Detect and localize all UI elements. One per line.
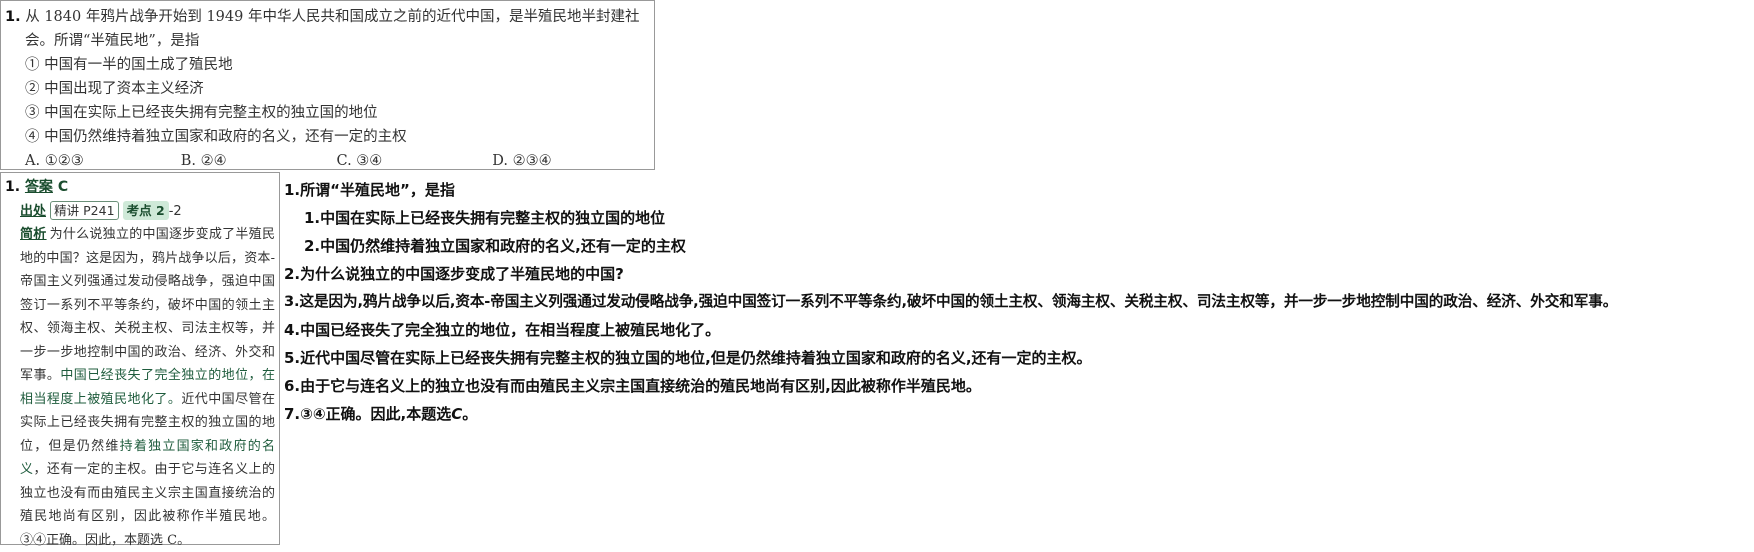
analysis-text-5: ，还有一定的主权。由于它与连名义上的独立也没有而由殖民主义宗主国直接统治的殖民地…: [20, 462, 275, 548]
analysis-text-1: 为什么说独立的中国逐步变成了半殖民地的中国？这是因为，鸦片战争以后，资本-帝国主…: [20, 227, 275, 383]
answer-header: 1. 答案 C: [5, 176, 275, 200]
note-7-end: 。: [462, 405, 478, 423]
choice-c: C. ③④: [336, 153, 383, 169]
option-1: ① 中国有一半的国土成了殖民地: [25, 57, 233, 73]
analysis-label: 简析: [20, 227, 47, 242]
answer-value: C: [57, 179, 69, 195]
choice-a: A. ①②③: [25, 153, 84, 169]
question-stem-text-1: 从 1840 年鸦片战争开始到 1949 年中华人民共和国成立之前的近代中国，是…: [25, 9, 640, 25]
question-box: 1. 从 1840 年鸦片战争开始到 1949 年中华人民共和国成立之前的近代中…: [0, 0, 655, 170]
analysis: 简析 为什么说独立的中国逐步变成了半殖民地的中国？这是因为，鸦片战争以后，资本-帝…: [5, 223, 275, 552]
source-tag: 精讲 P241: [50, 200, 119, 220]
note-5: 5.近代中国尽管在实际上已经丧失拥有完整主权的独立国的地位,但是仍然维持着独立国…: [284, 349, 1092, 367]
note-7-text: 7.③④正确。因此,本题选: [284, 405, 452, 423]
question-stem-line2: 会。所谓“半殖民地”，是指: [25, 33, 200, 49]
note-1: 1.所谓“半殖民地”，是指: [284, 181, 455, 199]
answer-label: 答案: [24, 179, 53, 195]
note-7: 7.③④正确。因此,本题选C。: [284, 400, 1750, 428]
source-line: 出处 精讲 P241 考点 2 -2: [5, 200, 275, 224]
option-4: ④ 中国仍然维持着独立国家和政府的名义，还有一定的主权: [25, 129, 407, 145]
source-label: 出处: [20, 203, 47, 219]
option-2: ② 中国出现了资本主义经济: [25, 81, 204, 97]
note-2: 2.为什么说独立的中国逐步变成了半殖民地的中国?: [284, 265, 624, 283]
choice-b: B. ②④: [180, 153, 227, 169]
question-number: 1.: [5, 9, 21, 25]
note-4: 4.中国已经丧失了完全独立的地位，在相当程度上被殖民地化了。: [284, 321, 721, 339]
answer-box: 1. 答案 C 出处 精讲 P241 考点 2 -2 简析 为什么说独立的中国逐步变…: [0, 172, 280, 548]
note-6: 6.由于它与连名义上的独立也没有而由殖民主义宗主国直接统治的殖民地尚有区别,因此…: [284, 377, 981, 395]
point-tag: 考点 2: [122, 200, 169, 220]
note-1-sub-2: 2.中国仍然维持着独立国家和政府的名义,还有一定的主权: [304, 237, 686, 255]
choice-d: D. ②③④: [492, 153, 552, 169]
notes-list: 1.所谓“半殖民地”，是指 1.中国在实际上已经丧失拥有完整主权的独立国的地位 …: [284, 176, 1750, 428]
note-3: 3.这是因为,鸦片战争以后,资本-帝国主义列强通过发动侵略战争,强迫中国签订一系…: [284, 293, 1618, 310]
answer-number: 1.: [5, 179, 21, 195]
note-1-sub-1: 1.中国在实际上已经丧失拥有完整主权的独立国的地位: [304, 209, 666, 227]
option-3: ③ 中国在实际上已经丧失拥有完整主权的独立国的地位: [25, 105, 378, 121]
point-suffix: -2: [168, 203, 182, 219]
choice-row: A. ①②③ B. ②④ C. ③④ D. ②③④: [5, 149, 648, 173]
question-stem-line1: 1. 从 1840 年鸦片战争开始到 1949 年中华人民共和国成立之前的近代中…: [5, 5, 648, 29]
note-7-answer: C: [451, 405, 463, 423]
